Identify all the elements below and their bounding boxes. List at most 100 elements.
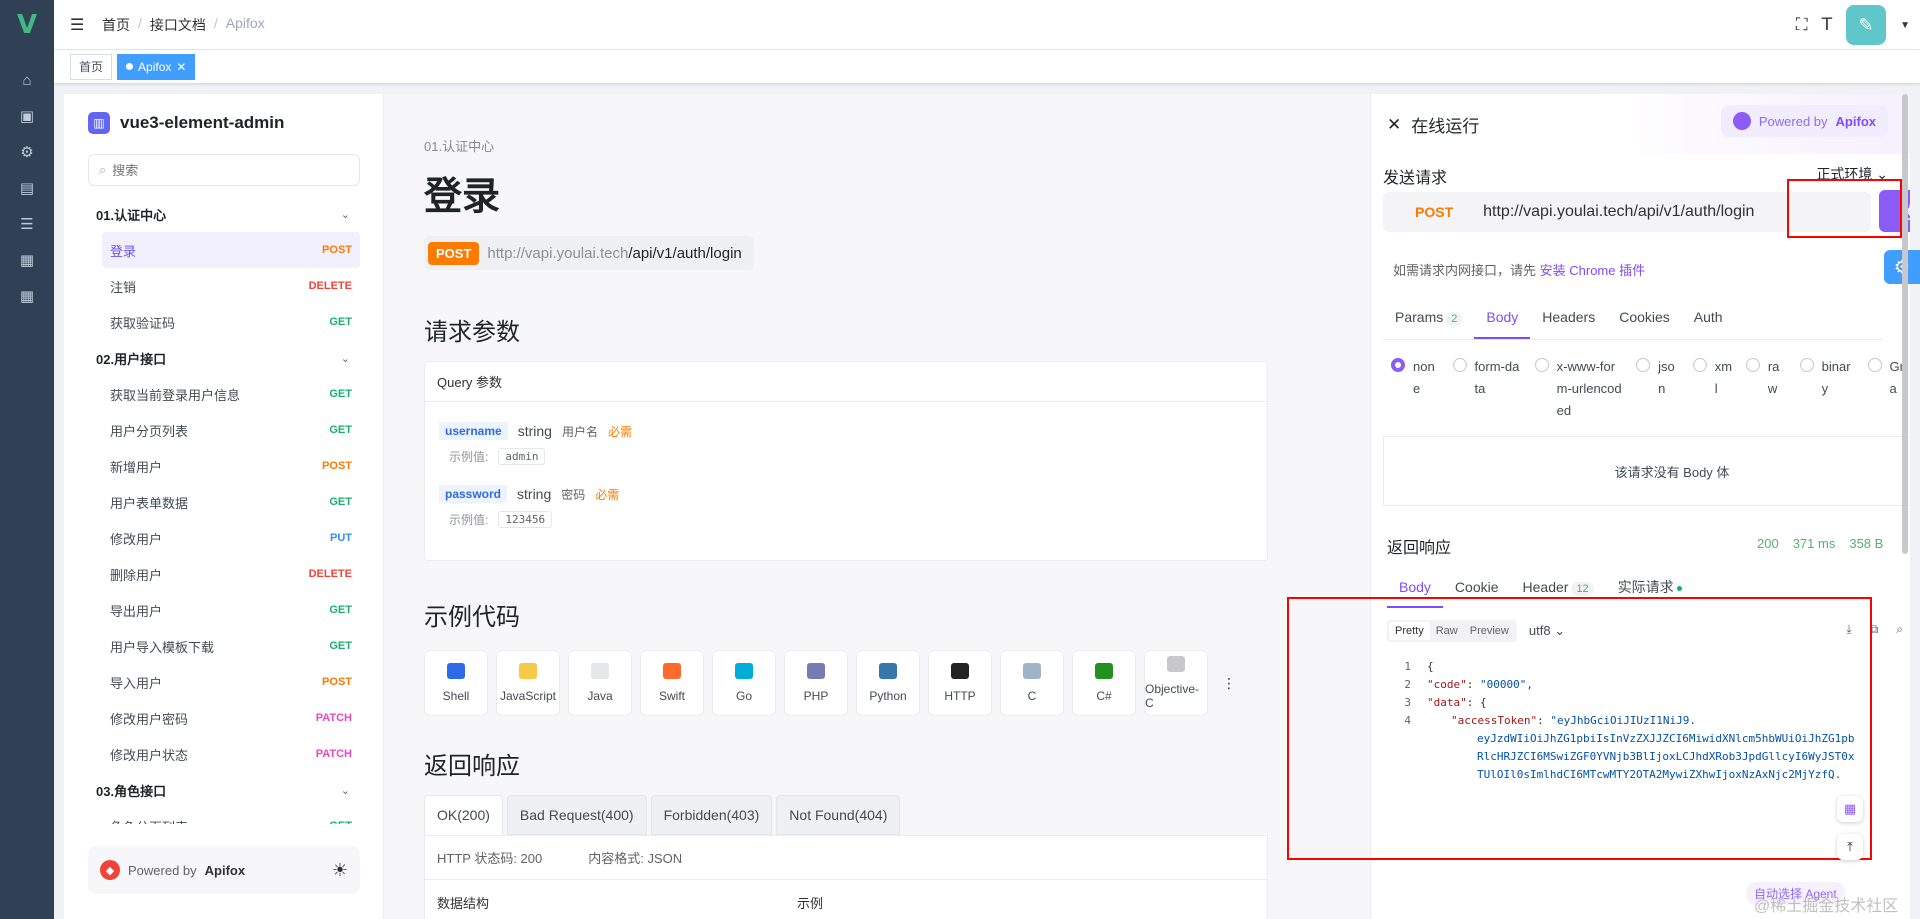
tag-apifox-label: Apifox xyxy=(138,59,172,74)
active-dot xyxy=(126,63,134,70)
response-tab[interactable]: Forbidden(403) xyxy=(650,795,773,835)
tab-headers[interactable]: Headers xyxy=(1530,294,1607,339)
language-option[interactable]: Go xyxy=(712,650,776,716)
language-icon xyxy=(1023,663,1041,679)
language-option[interactable]: Shell xyxy=(424,650,488,716)
menu-icon[interactable]: ☰ xyxy=(0,206,54,242)
language-option[interactable]: Objective-C xyxy=(1144,650,1208,716)
tree-item-label: 获取当前登录用户信息 xyxy=(110,387,241,403)
resp-tab-header-label: Header xyxy=(1522,579,1569,595)
home-icon[interactable]: ⌂ xyxy=(0,62,54,98)
body-type-radio[interactable]: binary xyxy=(1799,356,1856,422)
tab-cookies[interactable]: Cookies xyxy=(1607,294,1682,339)
search-icon[interactable]: ⌕ xyxy=(1896,622,1903,637)
response-tab[interactable]: Bad Request(400) xyxy=(506,795,647,835)
close-icon[interactable]: ✕ xyxy=(1387,115,1401,135)
language-label: C# xyxy=(1096,689,1112,703)
grid-icon[interactable]: ▦ xyxy=(0,278,54,314)
tab-body[interactable]: Body xyxy=(1474,294,1531,339)
font-size-icon[interactable]: ꓔ xyxy=(1822,15,1832,35)
tree-item[interactable]: 登录 POST xyxy=(102,232,360,268)
tab-params[interactable]: Params 2 xyxy=(1383,294,1474,339)
body-type-radio[interactable]: xml xyxy=(1692,356,1734,422)
tree-item-label: 获取验证码 xyxy=(110,315,176,331)
search-box[interactable]: ⌕ xyxy=(88,154,360,186)
body-type-radio[interactable]: x-www-form-urlencoded xyxy=(1534,356,1625,422)
close-icon[interactable]: ✕ xyxy=(176,55,186,79)
vue-logo[interactable]: V xyxy=(0,0,54,50)
powered-by-text: Powered by xyxy=(128,862,197,878)
method-tag: GET xyxy=(329,424,352,436)
tree-group[interactable]: 01.认证中心 ⌄ xyxy=(88,196,360,232)
powered-by-brand[interactable]: Apifox xyxy=(205,863,245,878)
tree-item[interactable]: 用户表单数据 GET xyxy=(102,484,360,520)
chevron-down-icon: ⌄ xyxy=(340,208,350,221)
tree-item[interactable]: 修改用户状态 PATCH xyxy=(102,736,360,772)
language-option[interactable]: Swift xyxy=(640,650,704,716)
body-type-radio[interactable]: form-data xyxy=(1452,356,1523,422)
language-option[interactable]: Java xyxy=(568,650,632,716)
install-plugin-link[interactable]: 安装 Chrome 插件 xyxy=(1540,263,1645,278)
system-icon[interactable]: ▣ xyxy=(0,98,54,134)
more-icon[interactable]: ⋮ xyxy=(1222,675,1236,692)
response-tab[interactable]: Not Found(404) xyxy=(776,795,901,835)
body-type-radio[interactable]: raw xyxy=(1745,356,1788,422)
response-tab[interactable]: OK(200) xyxy=(424,795,503,835)
tree-item-label: 导入用户 xyxy=(110,675,163,691)
hamburger-icon[interactable]: ☰ xyxy=(70,15,88,35)
apps-icon[interactable]: ▦ xyxy=(1837,796,1863,822)
request-url[interactable]: http://vapi.youlai.tech/api/v1/auth/logi… xyxy=(1483,203,1754,221)
tree-group[interactable]: 02.用户接口 ⌄ xyxy=(88,340,360,376)
language-option[interactable]: PHP xyxy=(784,650,848,716)
body-type-radio[interactable]: none xyxy=(1391,356,1441,422)
param-desc: 用户名 xyxy=(561,424,598,439)
tree-item[interactable]: 修改用户 PUT xyxy=(102,520,360,556)
language-option[interactable]: C xyxy=(1000,650,1064,716)
tree-item[interactable]: 用户分页列表 GET xyxy=(102,412,360,448)
tree-item[interactable]: 注销 DELETE xyxy=(102,268,360,304)
language-label: HTTP xyxy=(944,689,976,703)
body-type-radio[interactable]: json xyxy=(1636,356,1681,422)
tree-item[interactable]: 角色分页列表 GET xyxy=(102,808,360,825)
component-icon[interactable]: ▦ xyxy=(0,242,54,278)
method-tag: PATCH xyxy=(315,748,352,760)
theme-sun-icon[interactable]: ☀ xyxy=(332,860,348,881)
tree-item[interactable]: 导入用户 POST xyxy=(102,664,360,700)
tree-item[interactable]: 修改用户密码 PATCH xyxy=(102,700,360,736)
response-heading: 返回响应 xyxy=(424,752,520,780)
tree-item[interactable]: 用户导入模板下载 GET xyxy=(102,628,360,664)
tag-apifox[interactable]: Apifox ✕ xyxy=(117,53,196,80)
tree-item[interactable]: 导出用户 GET xyxy=(102,592,360,628)
tree-item[interactable]: 新增用户 POST xyxy=(102,448,360,484)
breadcrumb-home[interactable]: 首页 xyxy=(102,15,130,35)
language-option[interactable]: JavaScript xyxy=(496,650,560,716)
api-icon[interactable]: ⚙ xyxy=(0,134,54,170)
language-option[interactable]: HTTP xyxy=(928,650,992,716)
params-heading: 请求参数 xyxy=(424,318,520,346)
endpoint-url[interactable]: POST http://vapi.youlai.tech/api/v1/auth… xyxy=(424,236,754,270)
back-to-top-icon[interactable]: ⤒ xyxy=(1837,834,1863,860)
radio-circle xyxy=(1534,358,1549,372)
tree-group[interactable]: 03.角色接口 ⌄ xyxy=(88,772,360,808)
caret-down-icon[interactable]: ▼ xyxy=(1900,20,1910,31)
request-method[interactable]: POST xyxy=(1415,204,1453,220)
tab-auth[interactable]: Auth xyxy=(1682,294,1735,339)
doc-icon[interactable]: ▤ xyxy=(0,170,54,206)
header-count: 12 xyxy=(1571,582,1594,596)
breadcrumb-api-docs[interactable]: 接口文档 xyxy=(150,15,206,35)
powered-by-badge[interactable]: Powered by Apifox xyxy=(1720,105,1888,137)
search-input[interactable] xyxy=(112,162,333,178)
tag-home[interactable]: 首页 xyxy=(70,53,113,80)
language-option[interactable]: C# xyxy=(1072,650,1136,716)
fullscreen-icon[interactable]: ⛶ xyxy=(1796,15,1808,35)
tree-item[interactable]: 删除用户 DELETE xyxy=(102,556,360,592)
tree-item[interactable]: 获取当前登录用户信息 GET xyxy=(102,376,360,412)
avatar[interactable]: ✎ xyxy=(1846,5,1887,45)
send-request-label: 发送请求 xyxy=(1383,170,1448,187)
language-option[interactable]: Python xyxy=(856,650,920,716)
language-label: Swift xyxy=(658,689,685,703)
apifox-logo-icon: ◆ xyxy=(100,860,120,880)
scrollbar[interactable] xyxy=(1902,94,1908,554)
tree-item[interactable]: 获取验证码 GET xyxy=(102,304,360,340)
apifox-icon xyxy=(1732,112,1751,130)
